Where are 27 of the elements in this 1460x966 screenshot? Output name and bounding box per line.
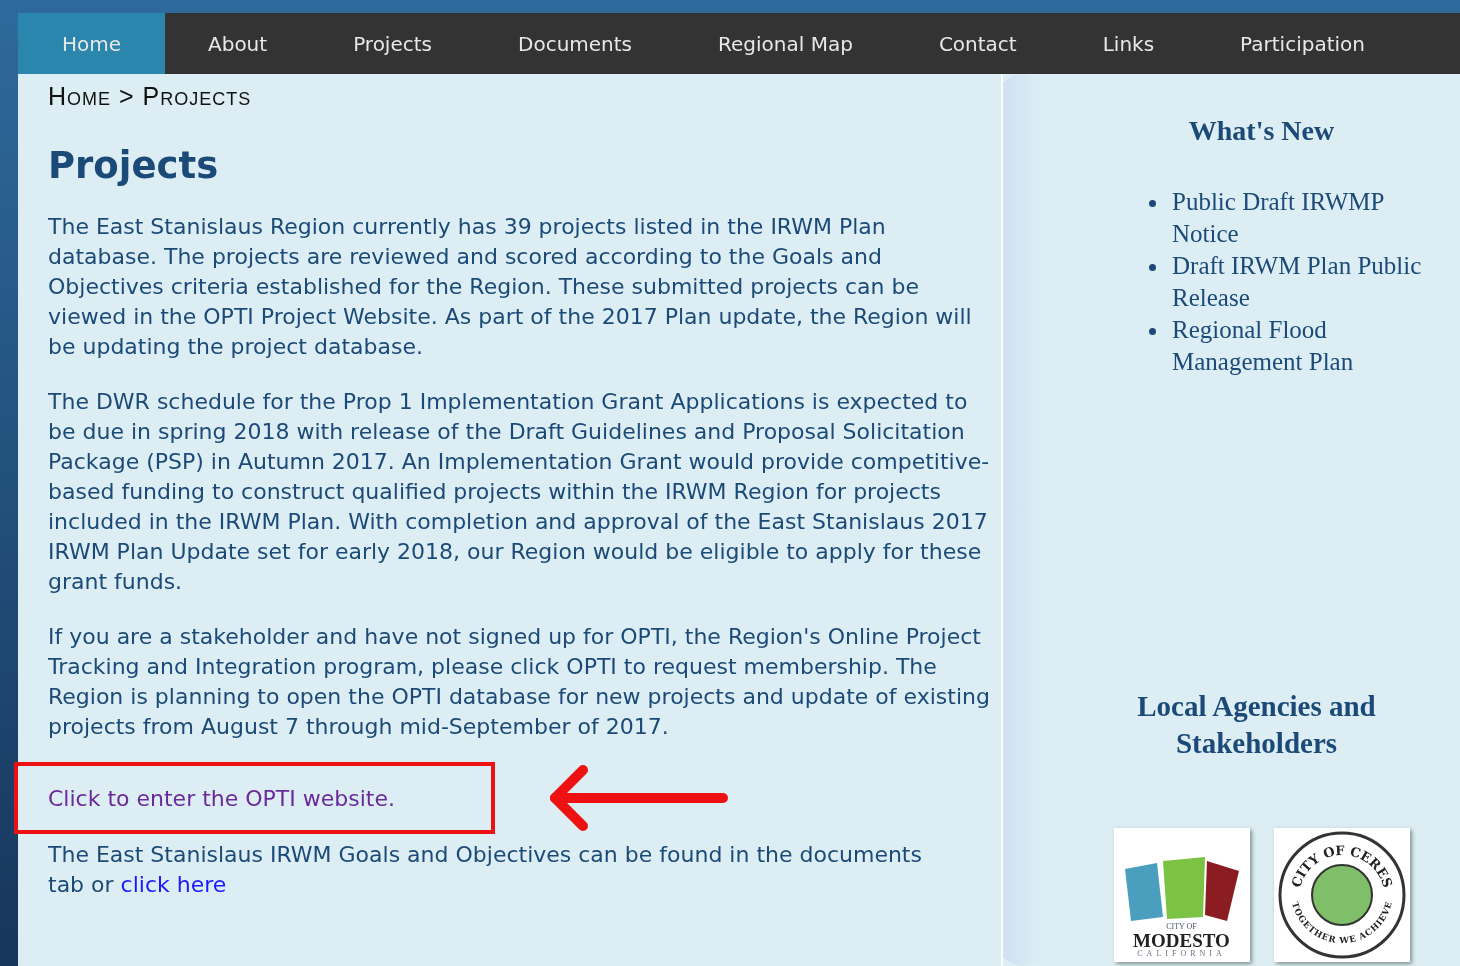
- bullet-icon: [1149, 264, 1156, 271]
- paragraph: The East Stanislaus IRWM Goals and Objectives can be found in the documents tab or click here: [48, 841, 923, 899]
- nav-tab[interactable]: Projects: [310, 13, 475, 74]
- paragraph: The DWR schedule for the Prop 1 Implementation Grant Applications is expected to be due in spring 2018 with release of the Draft Guidelines and Proposal Solicitation Package (PSP) in Autumn 2017. An Implementation Grant would provide competitive-based funding to construct qualified projects within the IRWM Region for projects included in the IRWM Plan. With completion and approval of the East Stanislaus 2017 IRWM Plan Update set for early 2018, our Region would be eligible to apply for these grant funds.: [48, 388, 991, 596]
- news-link[interactable]: Regional Flood Management Plan: [1172, 314, 1449, 378]
- nav-tab[interactable]: Contact: [895, 13, 1060, 74]
- section-title: What's New: [1188, 114, 1335, 148]
- page-title: Projects: [48, 143, 220, 189]
- breadcrumb: Home > Projects: [48, 81, 253, 112]
- nav-tab[interactable]: Regional Map: [675, 13, 896, 74]
- news-link[interactable]: Draft IRWM Plan Public Release: [1172, 250, 1449, 314]
- opti-link[interactable]: Click to enter the OPTI website.: [48, 781, 395, 815]
- section-title: Local Agencies and Stakeholders: [1136, 689, 1377, 761]
- paragraph: If you are a stakeholder and have not signed up for OPTI, the Region's Online Project Tracking and Integration program, please click OPTI to request membership. The Region is planning to open the OPTI database for new projects and update of existing projects from August 7 through mid-September of 2017.: [48, 623, 991, 741]
- paragraph: The East Stanislaus Region currently has 39 projects listed in the IRWM Plan database. The projects are reviewed and scored according to the Goals and Objectives criteria established for the Region. These submitted projects can be viewed in the OPTI Project Website. As part of the 2017 Plan update, the Region will be updating the project database.: [48, 213, 973, 361]
- logo-subtitle: CALIFORNIA: [1137, 950, 1226, 958]
- nav-tab[interactable]: Documents: [475, 13, 676, 74]
- logo-small-text: CITY OF: [1166, 923, 1197, 931]
- logo-title: MODESTO: [1133, 931, 1230, 950]
- nav-tab[interactable]: Participation: [1197, 13, 1408, 74]
- city-emblem-icon: [1122, 857, 1241, 923]
- news-link[interactable]: Public Draft IRWMP Notice: [1172, 186, 1449, 250]
- bullet-icon: [1149, 328, 1156, 335]
- click-here-link[interactable]: click here: [120, 872, 227, 897]
- nav-tab[interactable]: About: [165, 13, 311, 74]
- nav-tab[interactable]: Links: [1059, 13, 1198, 74]
- bullet-icon: [1149, 200, 1156, 207]
